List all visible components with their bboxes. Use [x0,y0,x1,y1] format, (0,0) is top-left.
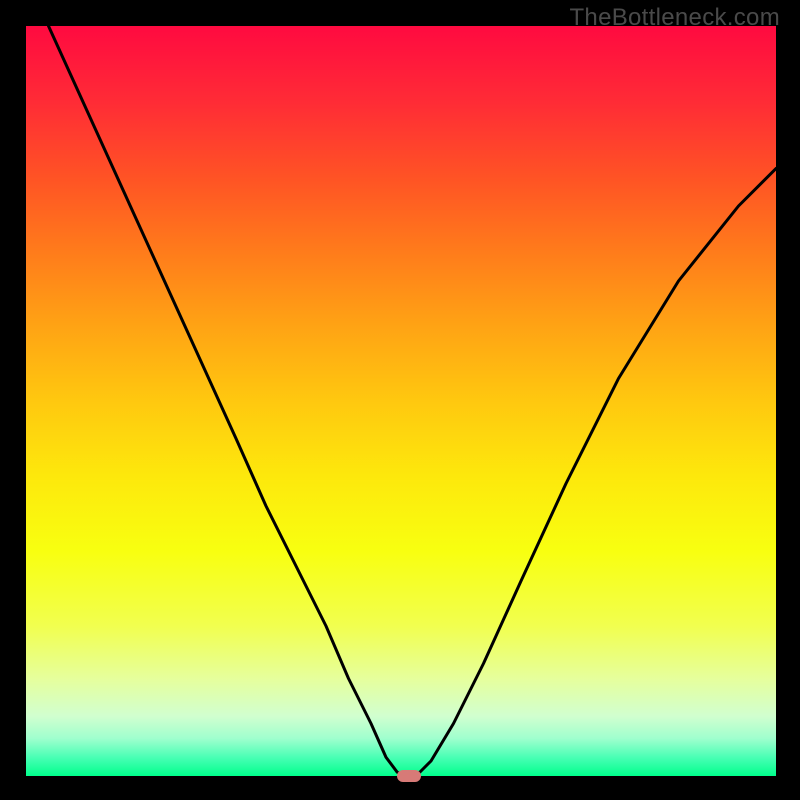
optimal-marker [397,770,421,782]
chart-container: TheBottleneck.com [0,0,800,800]
watermark: TheBottleneck.com [569,4,780,32]
plot-area [26,26,776,776]
bottleneck-curve [49,26,777,776]
curve-layer [26,26,776,776]
